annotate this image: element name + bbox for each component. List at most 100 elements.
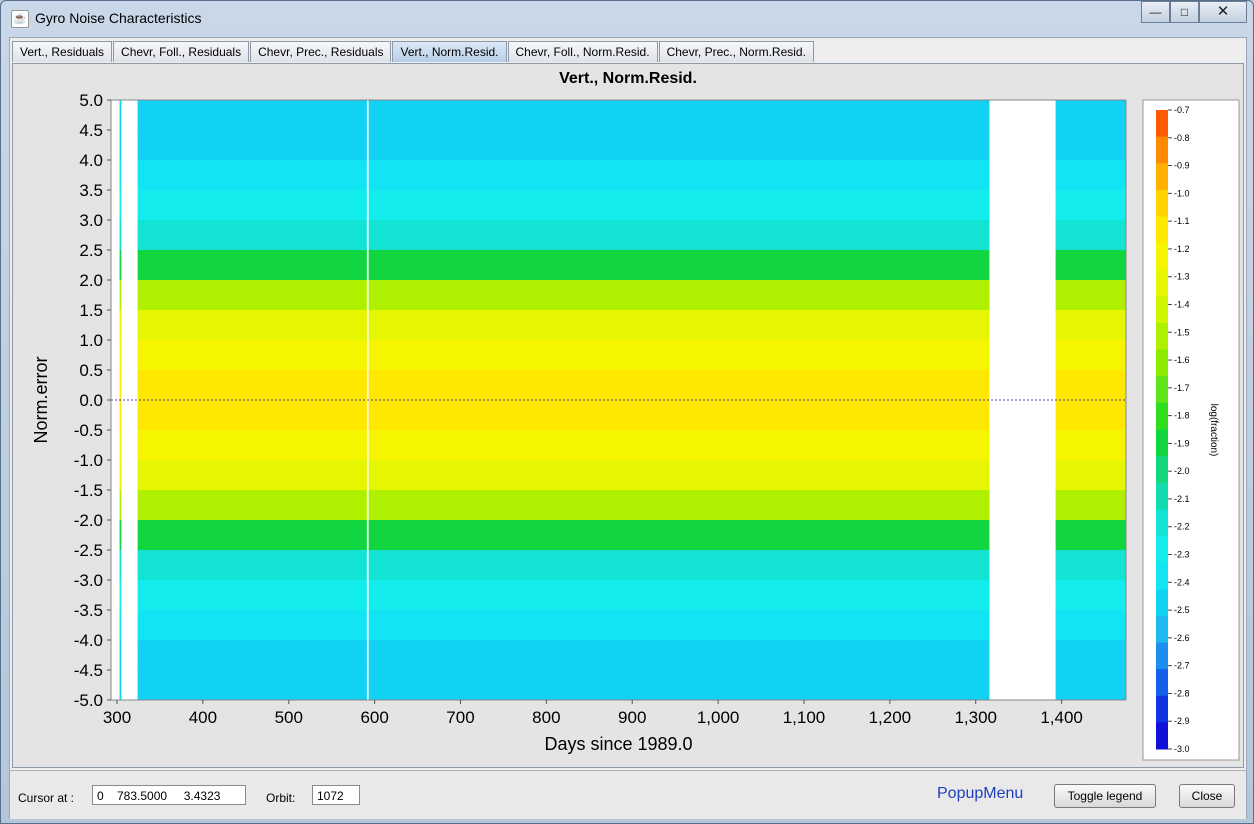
colorbar-swatch bbox=[1156, 562, 1168, 590]
title-bar[interactable]: ☕ Gyro Noise Characteristics — □ ✕ bbox=[1, 1, 1253, 35]
y-tick-label: 3.0 bbox=[79, 211, 103, 230]
heatmap-cell bbox=[137, 220, 367, 251]
heatmap-cell bbox=[368, 550, 990, 581]
heatmap-cell bbox=[368, 640, 990, 671]
app-window: ☕ Gyro Noise Characteristics — □ ✕ Vert.… bbox=[0, 0, 1254, 824]
minimize-button[interactable]: — bbox=[1141, 1, 1170, 23]
heatmap-cell bbox=[137, 190, 367, 221]
tab-vert-norm-resid[interactable]: Vert., Norm.Resid. bbox=[392, 41, 507, 62]
x-tick-label: 1,400 bbox=[1040, 708, 1083, 727]
colorbar-tick-label: -1.9 bbox=[1174, 438, 1190, 448]
x-tick-label: 1,000 bbox=[697, 708, 740, 727]
tab-chevr-prec-residuals[interactable]: Chevr, Prec., Residuals bbox=[250, 41, 392, 62]
y-tick-label: -3.0 bbox=[74, 571, 103, 590]
x-axis-label: Days since 1989.0 bbox=[544, 734, 692, 754]
y-tick-label: 1.0 bbox=[79, 331, 103, 350]
colorbar-swatch bbox=[1156, 269, 1168, 297]
heatmap-cell bbox=[368, 130, 990, 161]
heatmap-cell bbox=[368, 490, 990, 521]
y-tick-label: -1.5 bbox=[74, 481, 103, 500]
colorbar-swatch bbox=[1156, 615, 1168, 643]
y-tick-label: 5.0 bbox=[79, 91, 103, 110]
orbit-field[interactable]: 1072 bbox=[312, 785, 360, 805]
colorbar-swatch bbox=[1156, 136, 1168, 164]
colorbar-tick-label: -1.7 bbox=[1174, 383, 1190, 393]
x-tick-label: 1,100 bbox=[783, 708, 826, 727]
toggle-legend-button[interactable]: Toggle legend bbox=[1054, 784, 1156, 808]
heatmap-cell bbox=[119, 430, 122, 461]
cursor-label: Cursor at : bbox=[18, 791, 75, 805]
y-tick-label: -4.5 bbox=[74, 661, 103, 680]
heatmap-cell bbox=[137, 490, 367, 521]
tab-chevr-foll-norm-resid[interactable]: Chevr, Foll., Norm.Resid. bbox=[507, 41, 658, 62]
colorbar-tick-label: -1.8 bbox=[1174, 411, 1190, 421]
y-tick-label: -2.5 bbox=[74, 541, 103, 560]
tab-chevr-foll-residuals[interactable]: Chevr, Foll., Residuals bbox=[113, 41, 250, 62]
y-tick-label: 2.0 bbox=[79, 271, 103, 290]
heatmap-cell bbox=[1055, 580, 1126, 611]
colorbar-swatch bbox=[1156, 482, 1168, 510]
heatmap-cell bbox=[119, 580, 122, 611]
heatmap-cell bbox=[368, 670, 990, 701]
heatmap-cell bbox=[1055, 370, 1126, 401]
heatmap-cell bbox=[368, 460, 990, 491]
colorbar-swatch bbox=[1156, 695, 1168, 723]
tab-vert-residuals[interactable]: Vert., Residuals bbox=[12, 41, 113, 62]
colorbar-swatch bbox=[1156, 189, 1168, 217]
heatmap-cell bbox=[137, 370, 367, 401]
maximize-button[interactable]: □ bbox=[1170, 1, 1199, 23]
heatmap-cell bbox=[119, 400, 122, 431]
heatmap-cell bbox=[137, 280, 367, 311]
colorbar-swatch bbox=[1156, 429, 1168, 457]
heatmap-cell bbox=[137, 430, 367, 461]
heatmap-cell bbox=[119, 220, 122, 251]
colorbar-swatch bbox=[1156, 669, 1168, 697]
heatmap-cell bbox=[368, 220, 990, 251]
colorbar-swatch bbox=[1156, 722, 1168, 750]
heatmap-cell bbox=[137, 640, 367, 671]
heatmap-chart[interactable]: 5.0 4.5 4.0 3.5 3.0 2.5 2.0 1.5 1.0 0.5 0.0 -0.5 -1.… bbox=[13, 64, 1243, 767]
y-tick-label: 4.0 bbox=[79, 151, 103, 170]
java-app-icon: ☕ bbox=[11, 10, 29, 28]
heatmap-cell bbox=[1055, 160, 1126, 191]
colorbar-tick-label: -2.3 bbox=[1174, 550, 1190, 560]
heatmap-cell bbox=[1055, 610, 1126, 641]
tab-strip: Vert., Residuals Chevr, Foll., Residuals… bbox=[12, 41, 815, 63]
colorbar-swatch bbox=[1156, 402, 1168, 430]
colorbar-tick-label: -1.2 bbox=[1174, 244, 1190, 254]
heatmap-cell bbox=[137, 340, 367, 371]
y-tick-label: -5.0 bbox=[74, 691, 103, 710]
heatmap-cell bbox=[1055, 460, 1126, 491]
colorbar-swatch bbox=[1156, 216, 1168, 244]
close-button[interactable]: Close bbox=[1179, 784, 1235, 808]
y-tick-label: -3.5 bbox=[74, 601, 103, 620]
colorbar-tick-label: -0.7 bbox=[1174, 105, 1190, 115]
colorbar-tick-label: -2.2 bbox=[1174, 522, 1190, 532]
heatmap-cell bbox=[119, 280, 122, 311]
colorbar-tick-label: -2.6 bbox=[1174, 633, 1190, 643]
x-tick-label: 900 bbox=[618, 708, 646, 727]
heatmap-cell bbox=[1055, 280, 1126, 311]
colorbar-tick-label: -2.1 bbox=[1174, 494, 1190, 504]
heatmap-cell bbox=[368, 160, 990, 191]
cursor-field[interactable]: 0 783.5000 3.4323 bbox=[92, 785, 246, 805]
x-tick-label: 1,300 bbox=[954, 708, 997, 727]
heatmap-cell bbox=[119, 370, 122, 401]
tab-chevr-prec-norm-resid[interactable]: Chevr, Prec., Norm.Resid. bbox=[658, 41, 814, 62]
heatmap-cell bbox=[1055, 430, 1126, 461]
heatmap-cell bbox=[368, 370, 990, 401]
heatmap-cell bbox=[1055, 670, 1126, 701]
status-bar: Cursor at : 0 783.5000 3.4323 Orbit: 107… bbox=[10, 770, 1246, 819]
heatmap-cell bbox=[368, 430, 990, 461]
chart-panel: Vert., Norm.Resid. 5.0 4.5 4.0 3.5 3.0 2.5 2.0… bbox=[12, 63, 1244, 768]
popup-menu-link[interactable]: PopupMenu bbox=[937, 785, 1023, 803]
y-tick-label: 0.0 bbox=[79, 391, 103, 410]
x-tick-label: 600 bbox=[360, 708, 388, 727]
heatmap-cell bbox=[119, 490, 122, 521]
y-tick-label: 0.5 bbox=[79, 361, 103, 380]
y-tick-label: -2.0 bbox=[74, 511, 103, 530]
x-tick-label: 300 bbox=[103, 708, 131, 727]
close-window-button[interactable]: ✕ bbox=[1199, 1, 1247, 23]
heatmap-cell bbox=[137, 160, 367, 191]
y-tick-label: 1.5 bbox=[79, 301, 103, 320]
